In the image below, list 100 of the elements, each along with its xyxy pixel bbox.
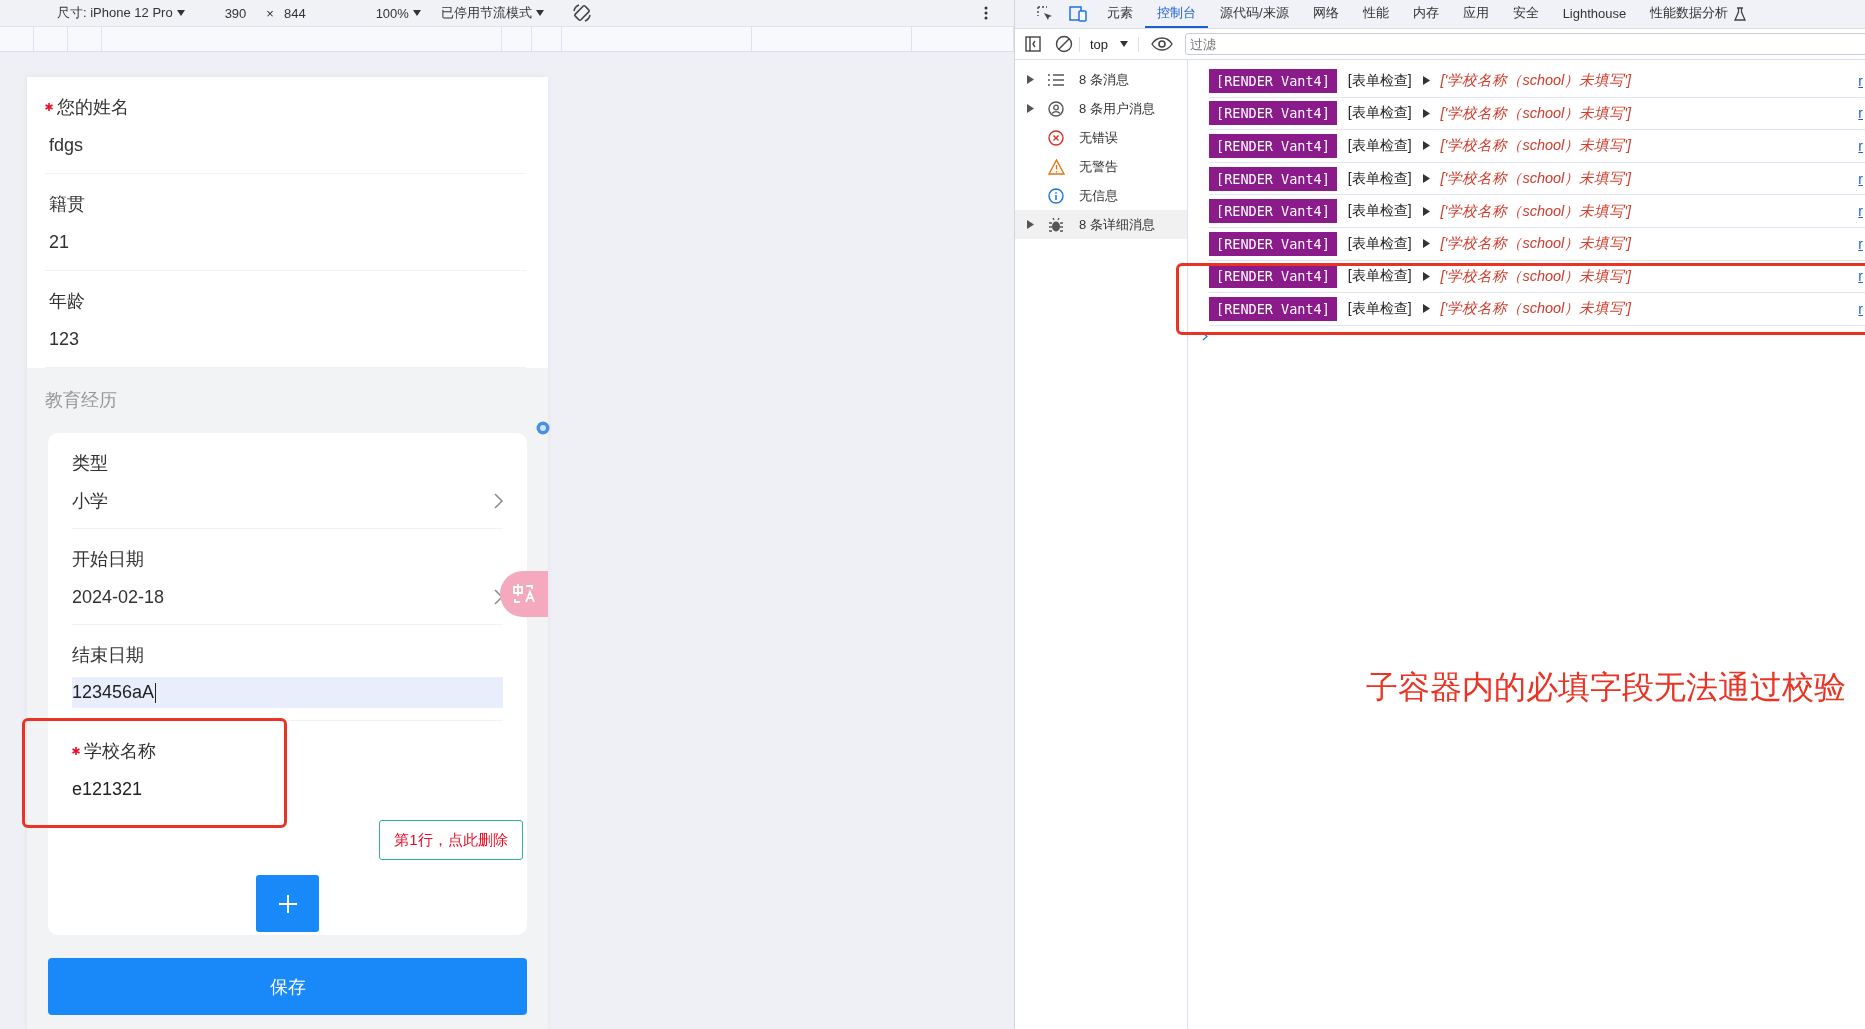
- log-badge: [RENDER Vant4]: [1209, 296, 1337, 321]
- devtools-tab[interactable]: 控制台: [1145, 0, 1208, 28]
- inspect-element-icon[interactable]: [1037, 6, 1053, 22]
- times-sign: ×: [266, 5, 274, 21]
- expand-triangle-icon[interactable]: [1422, 304, 1430, 314]
- log-badge: [RENDER Vant4]: [1209, 166, 1337, 191]
- log-tag: [表单检查]: [1347, 202, 1412, 221]
- eye-icon[interactable]: [1151, 37, 1174, 51]
- clear-console-icon[interactable]: [1055, 35, 1073, 53]
- expand-triangle-icon[interactable]: [1027, 104, 1034, 113]
- device-dimensions-dropdown[interactable]: 尺寸: iPhone 12 Pro: [57, 4, 173, 22]
- log-badge: [RENDER Vant4]: [1209, 68, 1337, 93]
- required-asterisk-icon: [45, 103, 53, 111]
- devtools-tab[interactable]: 元素: [1095, 0, 1145, 28]
- field-value[interactable]: fdgs: [49, 131, 84, 159]
- user-circle-icon: [1048, 100, 1064, 117]
- more-options-icon[interactable]: [984, 6, 988, 20]
- log-tag: [表单检查]: [1347, 137, 1412, 155]
- devtools-tab[interactable]: 安全: [1500, 0, 1551, 28]
- expand-triangle-icon[interactable]: [1027, 220, 1034, 229]
- devtools-tab[interactable]: 内存: [1400, 0, 1451, 28]
- error-icon: [1048, 129, 1064, 146]
- log-tag: [表单检查]: [1347, 267, 1412, 286]
- log-badge: [RENDER Vant4]: [1209, 264, 1337, 289]
- log-tag: [表单检查]: [1347, 234, 1412, 253]
- expand-triangle-icon[interactable]: [1422, 271, 1430, 281]
- source-link[interactable]: r: [1858, 170, 1865, 187]
- dropdown-caret-icon[interactable]: [412, 10, 421, 16]
- context-dropdown[interactable]: top: [1090, 36, 1109, 52]
- expand-triangle-icon[interactable]: [1422, 76, 1430, 86]
- source-link[interactable]: r: [1858, 235, 1865, 252]
- sidebar-toggle-icon[interactable]: [1025, 36, 1041, 52]
- log-tag: [表单检查]: [1347, 299, 1412, 318]
- warning-icon: [1047, 158, 1065, 175]
- picker-value[interactable]: 2024-02-18: [72, 583, 165, 611]
- source-link[interactable]: r: [1858, 105, 1865, 122]
- chevron-right-icon: [494, 493, 503, 509]
- devtools-tab[interactable]: 源代码/来源: [1208, 0, 1301, 28]
- console-sidebar-item[interactable]: 8 条详细消息: [1015, 210, 1187, 239]
- height-field[interactable]: 844: [283, 5, 306, 21]
- log-message: ['学校名称（school）未填写']: [1440, 299, 1632, 319]
- section-title: 教育经历: [45, 389, 118, 412]
- filter-field[interactable]: 过滤: [1185, 33, 1865, 55]
- zoom-dropdown[interactable]: 100%: [375, 5, 409, 21]
- log-message: ['学校名称（school）未填写']: [1440, 136, 1632, 156]
- source-link[interactable]: r: [1858, 138, 1865, 154]
- source-link[interactable]: r: [1858, 72, 1865, 89]
- console-sidebar-item[interactable]: 无信息: [1015, 181, 1187, 210]
- translate-icon: [512, 583, 536, 605]
- width-field[interactable]: 390: [224, 5, 247, 21]
- field-label: 籍贯: [49, 193, 85, 216]
- console-sidebar-item[interactable]: 8 条用户消息: [1015, 94, 1187, 123]
- info-icon: [1048, 187, 1064, 204]
- rotate-icon[interactable]: [571, 3, 592, 23]
- console-sidebar-item[interactable]: 无错误: [1015, 123, 1187, 152]
- picker-value[interactable]: 小学: [72, 487, 108, 515]
- log-message: ['学校名称（school）未填写']: [1440, 103, 1632, 123]
- dropdown-caret-icon[interactable]: [1120, 41, 1129, 47]
- extension-badge-icon: [536, 421, 550, 435]
- plus-icon: [278, 894, 297, 913]
- console-sidebar-item[interactable]: 8 条消息: [1015, 65, 1187, 94]
- log-message: ['学校名称（school）未填写']: [1440, 201, 1632, 221]
- dropdown-caret-icon[interactable]: [176, 10, 185, 16]
- devtools-tab[interactable]: Lighthouse: [1550, 0, 1639, 28]
- expand-triangle-icon[interactable]: [1027, 75, 1034, 84]
- expand-triangle-icon[interactable]: [1422, 108, 1430, 118]
- annotation-text: 子容器内的必填字段无法通过校验: [1366, 668, 1846, 707]
- field-value[interactable]: 123: [49, 325, 80, 353]
- console-sidebar-item[interactable]: 无警告: [1015, 152, 1187, 181]
- field-label: 学校名称: [84, 740, 156, 763]
- devtools-tab[interactable]: 应用: [1450, 0, 1501, 28]
- chevron-right-icon: [494, 589, 503, 605]
- source-link[interactable]: r: [1858, 268, 1865, 285]
- field-label: 结束日期: [72, 644, 144, 667]
- log-tag: [表单检查]: [1347, 104, 1412, 123]
- expand-triangle-icon[interactable]: [1422, 239, 1430, 249]
- save-button[interactable]: 保存: [48, 958, 527, 1015]
- text-input[interactable]: 123456aA: [72, 677, 503, 708]
- expand-triangle-icon[interactable]: [1422, 174, 1430, 184]
- expand-triangle-icon[interactable]: [1422, 141, 1430, 151]
- bug-icon: [1049, 216, 1063, 233]
- required-asterisk-icon: [72, 747, 80, 755]
- dropdown-caret-icon[interactable]: [535, 10, 544, 16]
- log-message: ['学校名称（school）未填写']: [1440, 266, 1632, 286]
- field-value[interactable]: 21: [49, 228, 70, 256]
- devtools-tab[interactable]: 网络: [1300, 0, 1351, 28]
- throttling-dropdown[interactable]: 已停用节流模式: [440, 4, 532, 22]
- log-tag: [表单检查]: [1347, 71, 1412, 90]
- devtools-tab[interactable]: 性能: [1350, 0, 1401, 28]
- expand-triangle-icon[interactable]: [1422, 206, 1430, 216]
- log-message: ['学校名称（school）未填写']: [1440, 234, 1632, 254]
- text-input[interactable]: e121321: [72, 775, 143, 803]
- delete-row-button[interactable]: 第1行，点此删除: [379, 820, 523, 860]
- device-toggle-icon[interactable]: [1069, 6, 1087, 22]
- source-link[interactable]: r: [1858, 203, 1865, 220]
- log-badge: [RENDER Vant4]: [1209, 231, 1337, 256]
- source-link[interactable]: r: [1858, 300, 1865, 317]
- log-badge: [RENDER Vant4]: [1209, 199, 1337, 224]
- log-badge: [RENDER Vant4]: [1209, 134, 1337, 158]
- devtools-tab[interactable]: 性能数据分析: [1638, 0, 1741, 28]
